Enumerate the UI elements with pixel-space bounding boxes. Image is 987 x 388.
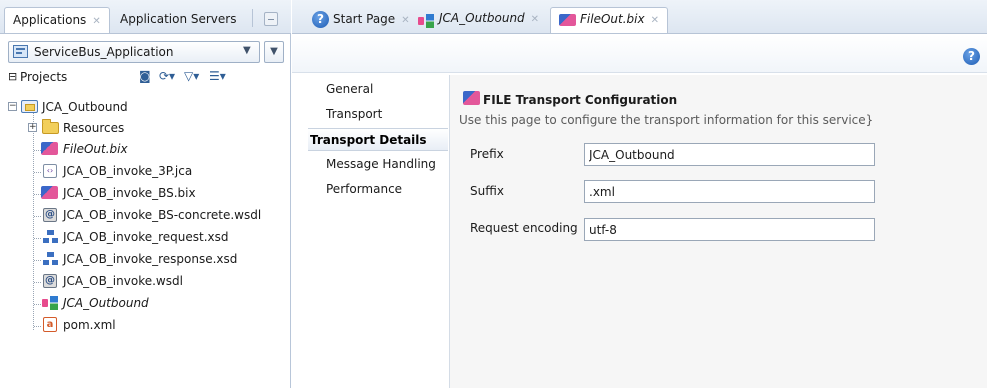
jca-file-icon: ‹› [43, 164, 57, 178]
editor-toolbar [292, 35, 987, 73]
view-icon[interactable]: ◙ [139, 69, 151, 85]
collapse-node-icon[interactable]: − [8, 102, 17, 111]
tree-item-label: FileOut.bix [63, 142, 128, 156]
application-select-value: ServiceBus_Application [34, 45, 174, 59]
nav-item-performance[interactable]: Performance [308, 178, 448, 201]
tree-item-jca-outbound-project[interactable]: − JCA_Outbound [8, 98, 288, 118]
project-tree: − JCA_Outbound + Resources FileOut.bix ‹… [8, 96, 288, 346]
tree-item-jca-file[interactable]: ‹› JCA_OB_invoke_3P.jca [8, 162, 288, 182]
projects-header: ⊟ Projects ◙ ⟳▾ ▽▾ ☰▾ [8, 69, 284, 87]
application-icon [13, 45, 28, 58]
tree-item-pom-xml[interactable]: a pom.xml [8, 316, 288, 336]
sort-icon[interactable]: ☰▾ [209, 69, 226, 85]
tab-jca-outbound-label: JCA_Outbound [439, 11, 525, 25]
tab-start-page-label: Start Page [333, 12, 396, 26]
tree-item-label: JCA_OB_invoke_3P.jca [63, 164, 193, 178]
close-icon[interactable]: ✕ [92, 16, 100, 27]
tree-item-label: JCA_OB_invoke_BS-concrete.wsdl [63, 208, 262, 222]
tab-fileout-bix[interactable]: FileOut.bix ✕ [550, 7, 668, 33]
tree-item-jca-outbound-pipeline[interactable]: JCA_Outbound [8, 294, 288, 314]
prefix-label: Prefix [470, 147, 504, 161]
tab-application-servers[interactable]: Application Servers [112, 7, 244, 33]
wsdl-icon: @ [43, 208, 57, 222]
close-icon[interactable]: ✕ [651, 15, 659, 26]
application-menu-button[interactable]: ▼ [264, 41, 284, 63]
application-select[interactable]: ServiceBus_Application ▼ [8, 41, 260, 63]
tab-fileout-bix-label: FileOut.bix [580, 12, 645, 26]
tree-item-label: JCA_Outbound [63, 296, 149, 310]
tree-item-label: Resources [63, 121, 125, 135]
tree-item-bix-file[interactable]: JCA_OB_invoke_BS.bix [8, 184, 288, 204]
tree-item-resources[interactable]: + Resources [8, 119, 288, 139]
section-description: Use this page to configure the transport… [459, 113, 874, 127]
expand-node-icon[interactable]: + [28, 123, 37, 132]
help-icon: ? [312, 11, 329, 28]
chevron-down-icon: ▼ [243, 45, 251, 56]
nav-item-message-handling[interactable]: Message Handling [308, 153, 448, 176]
help-icon[interactable]: ? [963, 48, 980, 65]
section-title: FILE Transport Configuration [483, 93, 678, 107]
refresh-icon[interactable]: ⟳▾ [159, 69, 175, 85]
request-encoding-input[interactable] [584, 218, 875, 241]
tab-start-page[interactable]: ? Start Page ✕ [304, 7, 418, 33]
xsd-icon [42, 230, 59, 244]
close-icon[interactable]: ✕ [401, 15, 409, 26]
tree-item-label: JCA_Outbound [42, 100, 128, 114]
tree-item-request-xsd[interactable]: JCA_OB_invoke_request.xsd [8, 228, 288, 248]
editor-tab-bar: ? Start Page ✕ JCA_Outbound ✕ FileOut.bix ✕ [292, 0, 987, 34]
pipeline-icon [418, 13, 435, 28]
suffix-input[interactable] [584, 180, 875, 203]
tree-item-label: pom.xml [63, 318, 116, 332]
tree-item-label: JCA_OB_invoke.wsdl [63, 274, 183, 288]
suffix-label: Suffix [470, 184, 504, 198]
transport-nav-list: General Transport Transport Details Mess… [308, 75, 448, 388]
minimize-icon[interactable] [264, 12, 278, 26]
request-encoding-label: Request encoding [470, 221, 578, 235]
tab-divider [252, 9, 253, 27]
xsd-icon [42, 252, 59, 266]
close-icon[interactable]: ✕ [531, 14, 539, 25]
project-icon [21, 100, 38, 113]
tab-applications[interactable]: Applications ✕ [4, 7, 110, 33]
business-service-icon [41, 186, 58, 199]
tree-item-label: JCA_OB_invoke_BS.bix [63, 186, 196, 200]
tree-item-concrete-wsdl[interactable]: @ JCA_OB_invoke_BS-concrete.wsdl [8, 206, 288, 226]
maven-pom-icon: a [43, 317, 57, 332]
nav-item-transport-details[interactable]: Transport Details [308, 128, 448, 151]
tab-applications-label: Applications [13, 13, 87, 27]
business-service-icon [41, 142, 58, 155]
tab-application-servers-label: Application Servers [120, 12, 237, 26]
tree-item-label: JCA_OB_invoke_request.xsd [63, 230, 229, 244]
business-service-icon [463, 91, 480, 105]
nav-item-general[interactable]: General [308, 78, 448, 101]
navigator-tab-bar: Applications ✕ Application Servers [0, 0, 291, 34]
nav-item-transport[interactable]: Transport [308, 103, 448, 126]
pipeline-icon [42, 296, 59, 310]
wsdl-icon: @ [43, 274, 57, 288]
prefix-input[interactable] [584, 143, 875, 166]
collapse-icon[interactable]: ⊟ [8, 70, 17, 83]
business-service-icon [559, 13, 576, 26]
tree-item-response-xsd[interactable]: JCA_OB_invoke_response.xsd [8, 250, 288, 270]
tree-item-fileout-bix[interactable]: FileOut.bix [8, 140, 288, 160]
tree-item-invoke-wsdl[interactable]: @ JCA_OB_invoke.wsdl [8, 272, 288, 292]
tree-item-label: JCA_OB_invoke_response.xsd [63, 252, 238, 266]
filter-icon[interactable]: ▽▾ [184, 69, 199, 85]
tab-jca-outbound[interactable]: JCA_Outbound ✕ [410, 7, 547, 33]
folder-icon [42, 119, 59, 134]
projects-label[interactable]: Projects [20, 70, 67, 84]
